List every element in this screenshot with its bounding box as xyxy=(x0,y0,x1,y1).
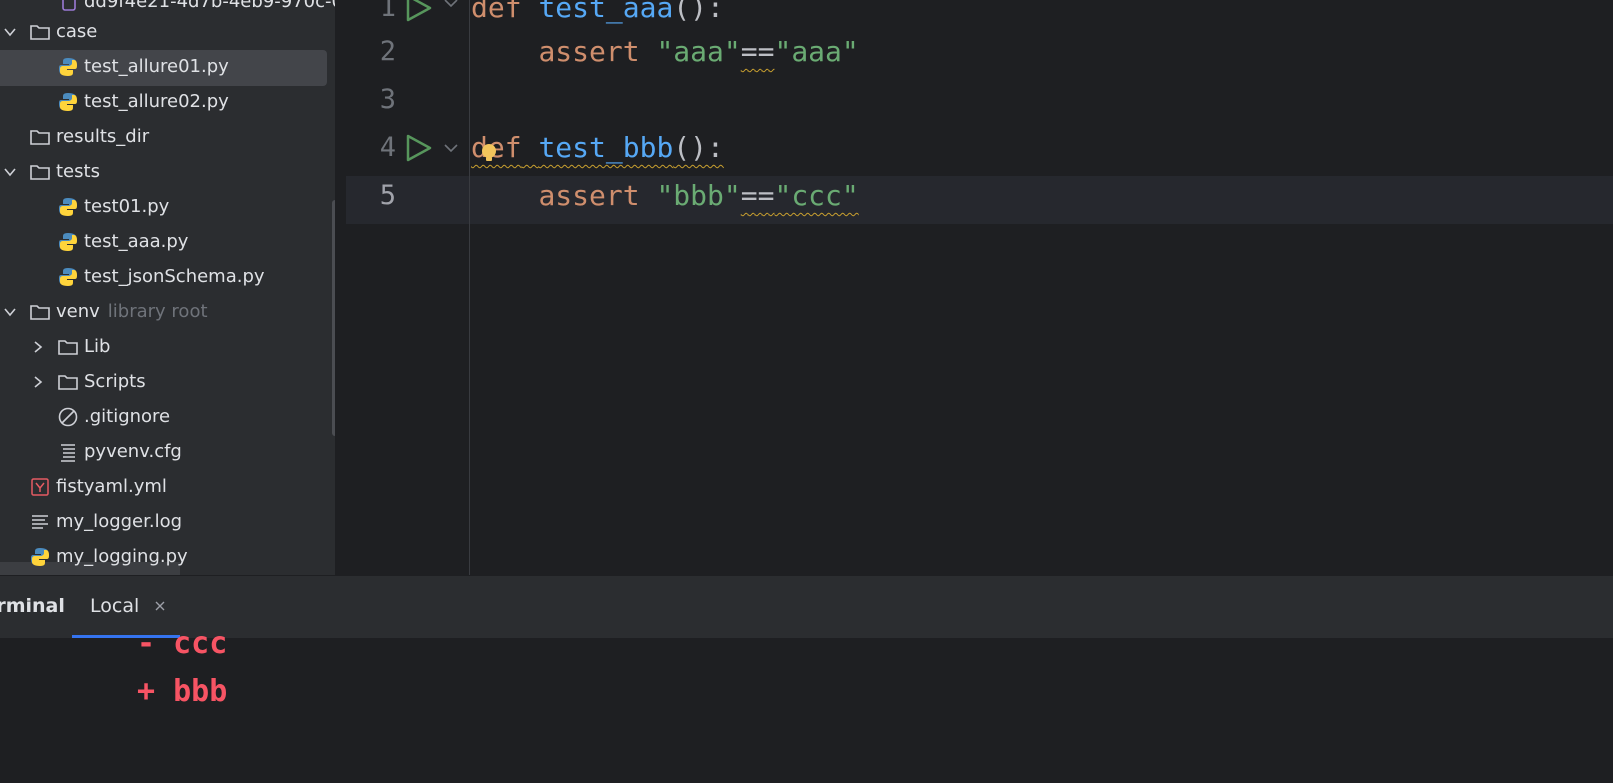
tree-item-test-aaa[interactable]: test_aaa.py xyxy=(0,224,335,260)
terminal-title: Terminal xyxy=(0,595,65,617)
tree-item-label: Scripts xyxy=(84,371,146,392)
tree-item-label: case xyxy=(56,21,98,42)
chevron-down-icon[interactable] xyxy=(3,25,17,39)
library-root-note: library root xyxy=(107,301,208,322)
tree-item-my-logging[interactable]: my_logging.py xyxy=(0,539,335,575)
folder-icon xyxy=(29,301,51,323)
line-number: 2 xyxy=(379,36,396,67)
tree-item-label: test_allure01.py xyxy=(84,56,229,77)
python-file-icon xyxy=(29,546,51,568)
tree-item-fistyaml[interactable]: fistyaml.yml xyxy=(0,469,335,505)
chevron-down-icon[interactable] xyxy=(3,305,17,319)
tree-item-label: test_jsonSchema.py xyxy=(84,266,265,287)
python-file-icon xyxy=(57,196,79,218)
close-icon[interactable] xyxy=(153,599,167,613)
chevron-right-icon[interactable] xyxy=(31,375,45,389)
log-file-icon xyxy=(29,511,51,533)
tree-scrollbar[interactable] xyxy=(332,200,335,436)
line-number: 5 xyxy=(379,180,396,211)
code-line-2[interactable]: assert "aaa"=="aaa" xyxy=(471,28,858,76)
tree-item-test01[interactable]: test01.py xyxy=(0,189,335,225)
tree-item-label: my_logger.log xyxy=(56,511,183,532)
tree-item-label: results_dir xyxy=(56,126,150,147)
tree-item-test-allure01[interactable]: test_allure01.py xyxy=(0,49,335,85)
tree-item-scripts[interactable]: Scripts xyxy=(0,364,335,400)
tree-item-label: pyvenv.cfg xyxy=(84,441,182,462)
gutter-divider xyxy=(469,0,470,575)
terminal-header: Terminal Local xyxy=(0,575,1613,638)
file-icon xyxy=(58,0,80,13)
tree-item-gitignore[interactable]: .gitignore xyxy=(0,399,335,435)
tree-item-label: venv xyxy=(56,301,100,322)
tree-item-label: tests xyxy=(56,161,100,182)
lightbulb-icon[interactable] xyxy=(479,143,499,163)
ignore-file-icon xyxy=(57,406,79,428)
tree-item-label: .gitignore xyxy=(84,406,171,427)
tree-item-label: my_logging.py xyxy=(56,546,188,567)
line-number: 3 xyxy=(379,84,396,115)
python-file-icon xyxy=(57,231,79,253)
tree-item-venv[interactable]: venv library root xyxy=(0,294,335,330)
tab-label: Local xyxy=(90,595,140,617)
folder-icon xyxy=(29,161,51,183)
run-test-icon[interactable] xyxy=(402,0,434,24)
terminal-output[interactable]: - ccc + bbb xyxy=(0,626,1613,783)
tree-item-test-jsonschema[interactable]: test_jsonSchema.py xyxy=(0,259,335,295)
terminal-line: - ccc xyxy=(137,626,228,661)
project-tree[interactable]: dd9f4e21-4d7b-4eb9-970c-0 case test_allu… xyxy=(0,0,335,575)
yaml-file-icon xyxy=(29,476,51,498)
tree-item-label: fistyaml.yml xyxy=(56,476,167,497)
folder-icon xyxy=(57,336,79,358)
line-number: 4 xyxy=(379,132,396,163)
code-line-5[interactable]: assert "bbb"=="ccc" xyxy=(471,172,858,220)
code-editor[interactable]: 1 def test_aaa(): 2 assert "aaa"=="aaa" … xyxy=(346,0,1613,575)
python-file-icon xyxy=(57,91,79,113)
fold-chevron-icon[interactable] xyxy=(442,139,460,157)
tree-item-case[interactable]: case xyxy=(0,14,335,50)
tree-item-my-logger[interactable]: my_logger.log xyxy=(0,504,335,540)
tree-item-lib[interactable]: Lib xyxy=(0,329,335,365)
folder-icon xyxy=(29,21,51,43)
python-file-icon xyxy=(57,56,79,78)
tree-item-pyvenv-cfg[interactable]: pyvenv.cfg xyxy=(0,434,335,470)
run-test-icon[interactable] xyxy=(402,132,434,164)
chevron-down-icon[interactable] xyxy=(3,165,17,179)
terminal-line: + bbb xyxy=(137,674,228,709)
fold-chevron-icon[interactable] xyxy=(442,0,460,12)
python-file-icon xyxy=(57,266,79,288)
tree-item-results-dir[interactable]: results_dir xyxy=(0,119,335,155)
tree-item-label: test_allure02.py xyxy=(84,91,229,112)
tree-item-label: Lib xyxy=(84,336,111,357)
tree-item-label: test_aaa.py xyxy=(84,231,189,252)
tree-item-test-allure02[interactable]: test_allure02.py xyxy=(0,84,335,120)
chevron-right-icon[interactable] xyxy=(31,340,45,354)
folder-icon xyxy=(57,371,79,393)
config-file-icon xyxy=(57,441,79,463)
code-line-4[interactable]: def test_bbb(): xyxy=(471,124,724,172)
tree-item-label: test01.py xyxy=(84,196,170,217)
folder-icon xyxy=(29,126,51,148)
tree-item-tests[interactable]: tests xyxy=(0,154,335,190)
